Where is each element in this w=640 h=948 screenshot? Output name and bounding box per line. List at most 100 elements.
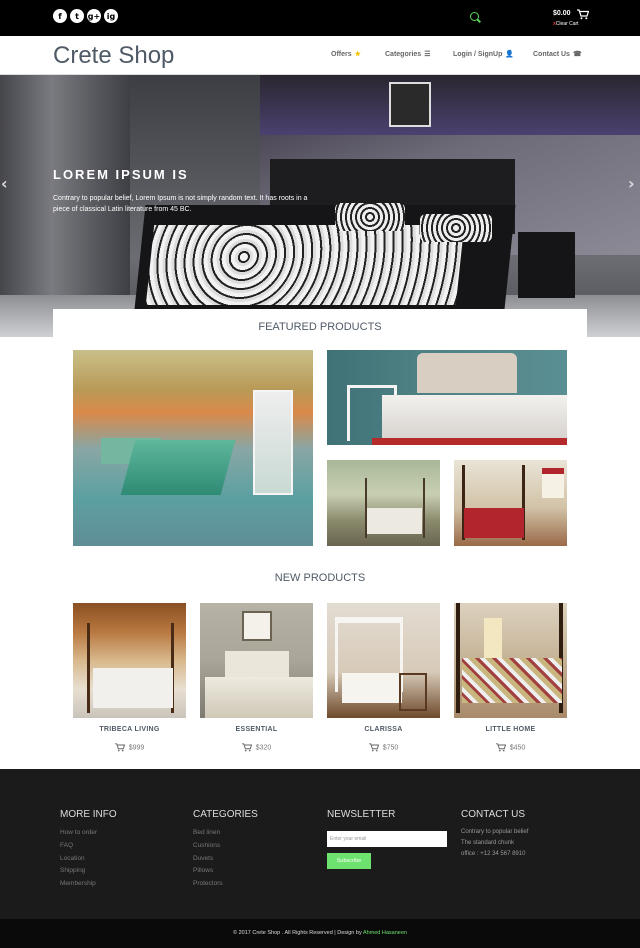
contact-line: Contrary to popular belief <box>461 829 529 835</box>
featured-image-large[interactable] <box>73 350 313 546</box>
product-price-row: $450 <box>454 743 567 752</box>
nav-item-label: Categories <box>385 51 422 58</box>
subscribe-button[interactable]: Subscribe <box>327 853 371 869</box>
bed-shape <box>342 673 402 703</box>
footer-categories: CATEGORIES Bed linen Cushions Duvets Pil… <box>193 809 258 893</box>
featured-image-small-2[interactable] <box>454 460 567 546</box>
footer-link[interactable]: Location <box>60 855 117 868</box>
quilt-shape <box>462 658 562 703</box>
hero-pillow <box>420 214 492 242</box>
designer-link[interactable]: Ahmed Hasaneen <box>363 930 407 936</box>
bed-shape <box>93 668 173 708</box>
product-price: $320 <box>255 744 272 752</box>
add-to-cart-icon[interactable] <box>368 743 379 752</box>
nav-item-label: Login / SignUp <box>453 51 503 58</box>
slider-prev-arrow[interactable]: ‹ <box>1 174 8 193</box>
footer-heading: CATEGORIES <box>193 809 258 820</box>
list-icon: ☰ <box>424 51 431 58</box>
bed-shape <box>120 440 236 495</box>
product-image-tribeca[interactable] <box>73 603 186 718</box>
add-to-cart-icon[interactable] <box>241 743 252 752</box>
footer-link[interactable]: Bed linen <box>193 829 258 842</box>
nav-item-label: Offers <box>331 51 352 58</box>
product-image-essential[interactable] <box>200 603 313 718</box>
phone-icon: ☎ <box>572 51 582 58</box>
featured-image-wide[interactable] <box>327 350 567 445</box>
footer-contact: CONTACT US Contrary to popular belief Th… <box>461 809 528 862</box>
headboard-shape <box>225 651 289 679</box>
top-bar: f t g+ ig $0.00 xClear Cart <box>0 0 640 36</box>
newsletter-email-input[interactable]: Enter your email <box>327 831 447 847</box>
window-shape <box>484 618 502 658</box>
nav-item-login[interactable]: Login / SignUp 👤 <box>453 50 514 58</box>
cart-icon[interactable] <box>577 9 589 20</box>
product-price: $999 <box>128 744 145 752</box>
google-plus-icon[interactable]: g+ <box>87 9 101 23</box>
product-name[interactable]: TRIBECA LIVING <box>73 726 186 733</box>
footer-link[interactable]: FAQ <box>60 842 117 855</box>
star-icon: ★ <box>354 51 361 58</box>
footer-heading: MORE INFO <box>60 809 117 820</box>
hero-wall-art <box>389 82 431 127</box>
bed-shape <box>205 677 313 718</box>
footer-heading: CONTACT US <box>461 809 526 820</box>
door-shape <box>253 390 293 495</box>
footer-link[interactable]: Pillows <box>193 867 258 880</box>
copyright-text: © 2017 Crete Shop . All Rights Reserved … <box>233 930 407 936</box>
hero-ceiling <box>260 75 640 135</box>
nav-item-label: Contact Us <box>533 51 570 58</box>
footer-link[interactable]: Membership <box>60 880 117 893</box>
clear-cart-label: Clear Cart <box>555 21 579 27</box>
content-card: FEATURED PRODUCTS NEW PRODUCTS TRIBECA L… <box>53 309 587 793</box>
user-icon: 👤 <box>505 51 515 58</box>
nav-item-contact[interactable]: Contact Us ☎ <box>533 50 582 58</box>
product-price-row: $750 <box>327 743 440 752</box>
product-name[interactable]: CLARISSA <box>327 726 440 733</box>
nav-item-offers[interactable]: Offers ★ <box>331 50 361 58</box>
search-icon[interactable] <box>470 12 479 21</box>
copyright-bar: © 2017 Crete Shop . All Rights Reserved … <box>0 919 640 948</box>
wall-art <box>242 611 272 641</box>
nav-item-categories[interactable]: Categories ☰ <box>385 50 430 58</box>
product-price: $750 <box>382 744 399 752</box>
new-products-title: NEW PRODUCTS <box>274 572 366 584</box>
headboard-shape <box>417 353 517 393</box>
hero-text: Contrary to popular belief, Lorem Ipsum … <box>53 195 308 213</box>
featured-image-small-1[interactable] <box>327 460 440 546</box>
footer-more-info: MORE INFO How to order FAQ Location Ship… <box>60 809 117 893</box>
footer-heading: NEWSLETTER <box>327 809 396 820</box>
footer-link[interactable]: Cushions <box>193 842 258 855</box>
clear-cart-link[interactable]: xClear Cart <box>553 21 579 27</box>
product-name[interactable]: LITTLE HOME <box>454 726 567 733</box>
product-price-row: $320 <box>200 743 313 752</box>
window-shape <box>542 468 564 498</box>
contact-line: The standard chunk <box>461 840 515 846</box>
add-to-cart-icon[interactable] <box>114 743 125 752</box>
bed-shape <box>367 508 422 534</box>
facebook-icon[interactable]: f <box>53 9 67 23</box>
twitter-icon[interactable]: t <box>70 9 84 23</box>
hero-title: LOREM IPSUM IS <box>53 167 189 182</box>
product-image-little-home[interactable] <box>454 603 567 718</box>
slider-next-arrow[interactable]: › <box>628 174 635 193</box>
footer-link[interactable]: Protectors <box>193 880 258 893</box>
add-to-cart-icon[interactable] <box>495 743 506 752</box>
product-price-row: $999 <box>73 743 186 752</box>
brand-logo[interactable]: Crete Shop <box>53 42 174 70</box>
product-name[interactable]: ESSENTIAL <box>200 726 313 733</box>
contact-line: office : +12 34 567 8910 <box>461 851 526 857</box>
footer-link[interactable]: Duvets <box>193 855 258 868</box>
bed-shape <box>464 508 524 538</box>
copyright-label: © 2017 Crete Shop . All Rights Reserved … <box>233 930 362 936</box>
crib-shape <box>399 673 427 711</box>
footer-link[interactable]: How to order <box>60 829 117 842</box>
cart-amount: $0.00 <box>553 10 571 17</box>
product-price: $450 <box>509 744 526 752</box>
product-image-clarissa[interactable] <box>327 603 440 718</box>
main-nav: Crete Shop Offers ★ Categories ☰ Login / S… <box>0 36 640 75</box>
instagram-icon[interactable]: ig <box>104 9 118 23</box>
hero-nightstand <box>518 232 575 298</box>
footer-link[interactable]: Shipping <box>60 867 117 880</box>
featured-title: FEATURED PRODUCTS <box>258 321 382 333</box>
bed-runner <box>372 438 567 445</box>
